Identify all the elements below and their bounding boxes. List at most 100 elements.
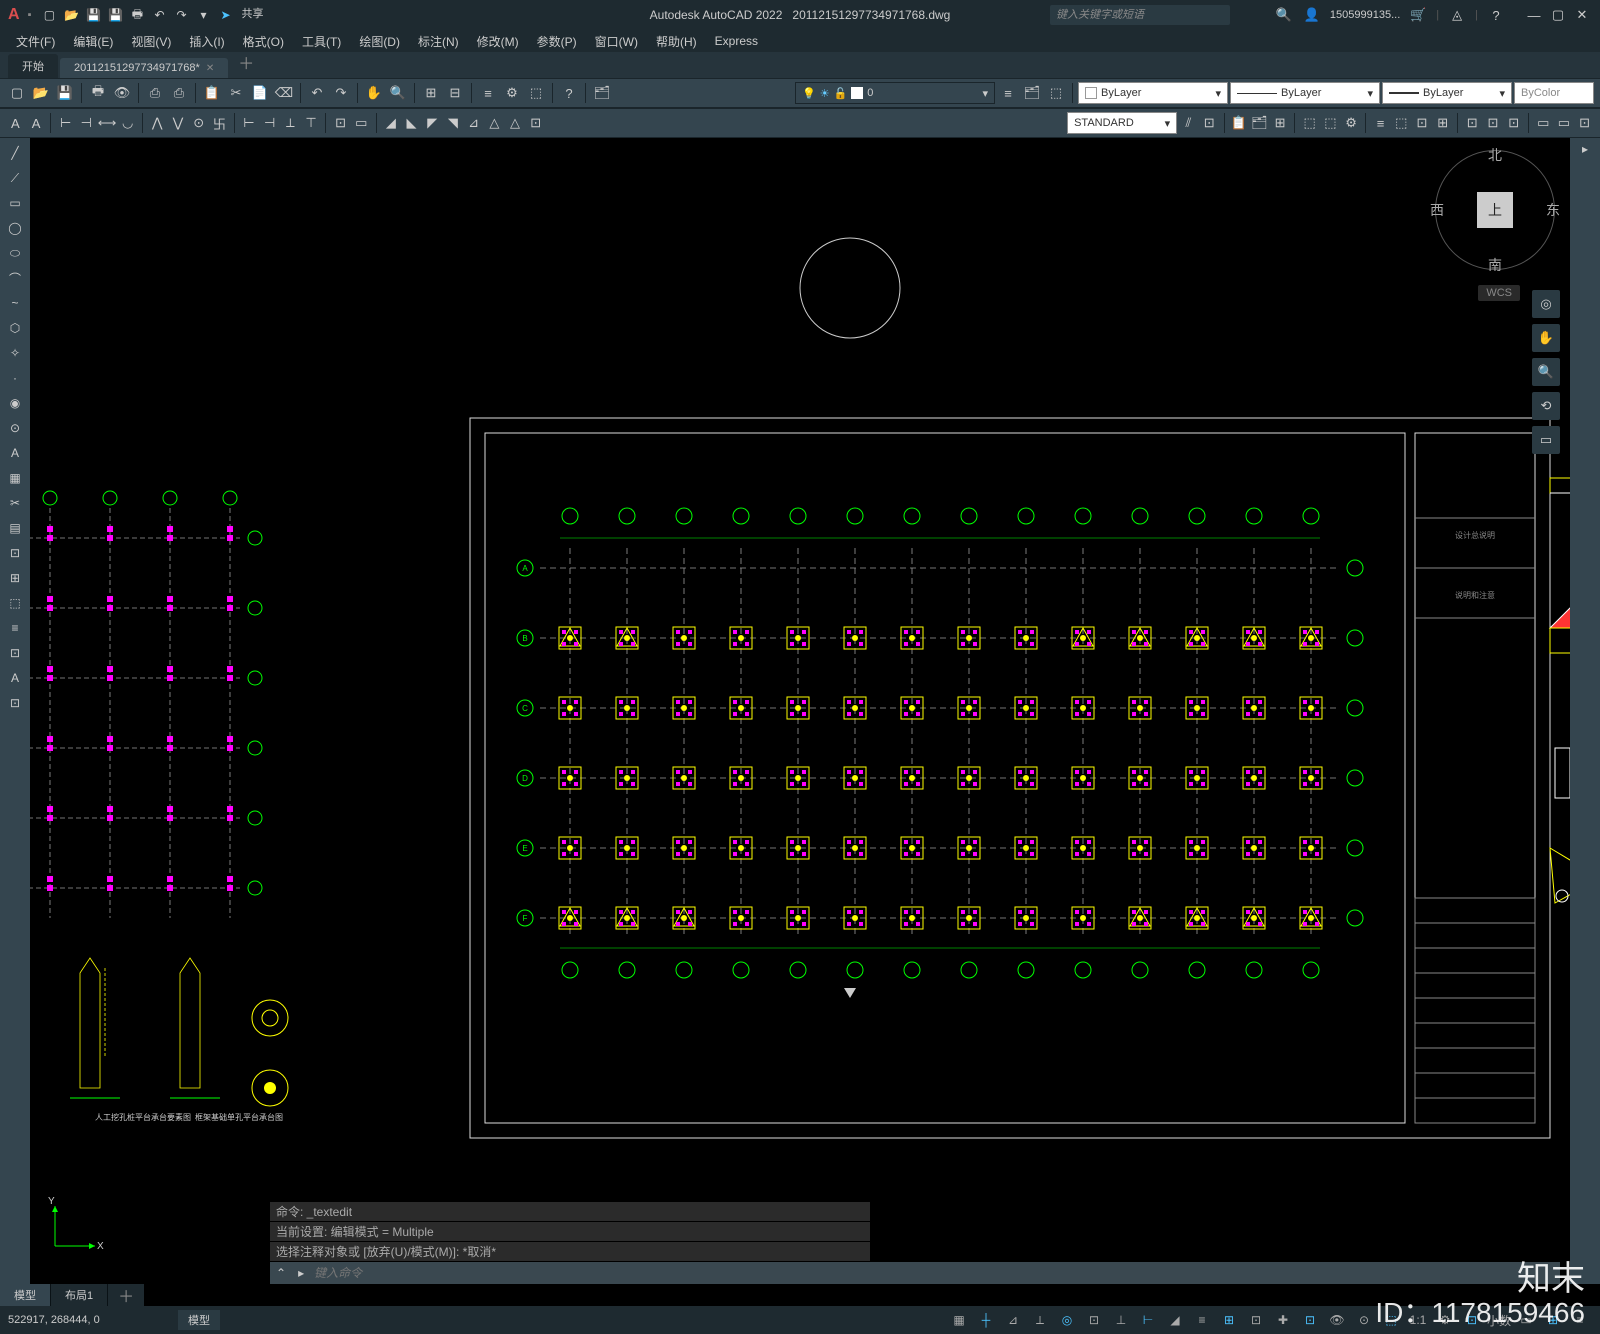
ribbon-button[interactable]: ▭ — [352, 112, 371, 134]
ribbon-button[interactable]: ✋ — [363, 82, 385, 104]
ribbon-button[interactable]: ⊡ — [526, 112, 545, 134]
view-cube[interactable]: 上 北 南 东 西 — [1430, 145, 1560, 275]
ribbon-button[interactable]: ⎙ — [168, 82, 190, 104]
help-search[interactable]: 键入关键字或短语 — [1050, 5, 1230, 25]
ribbon-button[interactable]: ⊡ — [1575, 112, 1594, 134]
textstyle-dropdown[interactable]: STANDARD ▾ — [1067, 112, 1177, 134]
status-toggle[interactable]: ◢ — [1163, 1309, 1187, 1331]
ribbon-button[interactable]: ⊟ — [444, 82, 466, 104]
status-toggle[interactable]: ⊡ — [1460, 1309, 1484, 1331]
status-toggle[interactable]: ≡ — [1190, 1309, 1214, 1331]
showmotion-icon[interactable]: ▭ — [1532, 426, 1560, 454]
ribbon-button[interactable]: ▭ — [1555, 112, 1574, 134]
status-toggle[interactable]: 小数 — [1487, 1309, 1511, 1331]
ribbon-button[interactable]: 📂 — [30, 82, 52, 104]
ribbon-button[interactable]: ⊤ — [302, 112, 321, 134]
menu-item[interactable]: 参数(P) — [529, 31, 585, 52]
ribbon-button[interactable]: ⊞ — [420, 82, 442, 104]
status-toggle[interactable]: ≡ — [1568, 1309, 1592, 1331]
ribbon-button[interactable]: ◢ — [381, 112, 400, 134]
palette-toggle-icon[interactable]: ▸ — [1582, 142, 1588, 156]
status-toggle[interactable]: ▭ — [1514, 1309, 1538, 1331]
ribbon-button[interactable]: ⬚ — [1321, 112, 1340, 134]
menu-item[interactable]: 帮助(H) — [648, 31, 705, 52]
layer-tool-icon[interactable]: ≡ — [997, 82, 1019, 104]
ribbon-button[interactable]: ⊿ — [464, 112, 483, 134]
ribbon-button[interactable]: ⋀ — [148, 112, 167, 134]
ribbon-button[interactable]: ✂ — [225, 82, 247, 104]
cart-icon[interactable]: 🛒 — [1408, 5, 1428, 25]
tool-button[interactable]: ▦ — [3, 467, 27, 489]
tool-button[interactable]: A — [3, 442, 27, 464]
bylayer-color-dropdown[interactable]: ByLayer ▾ — [1078, 82, 1228, 104]
status-toggle[interactable]: ◎ — [1055, 1309, 1079, 1331]
tool-button[interactable]: ≡ — [3, 617, 27, 639]
ribbon-button[interactable]: ↶ — [306, 82, 328, 104]
a360-icon[interactable]: ◬ — [1447, 5, 1467, 25]
ribbon-button[interactable]: 🔍 — [387, 82, 409, 104]
menu-item[interactable]: 绘图(D) — [351, 31, 408, 52]
zoom-extents-icon[interactable]: 🔍 — [1532, 358, 1560, 386]
new-icon[interactable]: ▢ — [39, 5, 59, 25]
help-icon[interactable]: ? — [1486, 5, 1506, 25]
compass-west[interactable]: 西 — [1430, 200, 1444, 220]
wcs-label[interactable]: WCS — [1478, 285, 1520, 301]
ribbon-button[interactable]: 📄 — [249, 82, 271, 104]
status-toggle[interactable]: ⚙ — [1433, 1309, 1457, 1331]
tool-button[interactable]: ◯ — [3, 217, 27, 239]
status-toggle[interactable]: ⊢ — [1136, 1309, 1160, 1331]
layer-match-icon[interactable]: ⬚ — [1045, 82, 1067, 104]
tool-button[interactable]: ⬡ — [3, 317, 27, 339]
compass-south[interactable]: 南 — [1488, 255, 1502, 275]
save-icon[interactable]: 💾 — [83, 5, 103, 25]
menu-item[interactable]: 插入(I) — [181, 31, 232, 52]
space-label[interactable]: 模型 — [178, 1310, 220, 1330]
tool-button[interactable]: ◉ — [3, 392, 27, 414]
tool-button[interactable]: A — [3, 667, 27, 689]
ribbon-button[interactable]: ⊣ — [77, 112, 96, 134]
tab-model[interactable]: 模型 — [0, 1284, 51, 1306]
tab-close-icon[interactable]: ✕ — [206, 63, 214, 74]
ribbon-button[interactable]: 卐 — [210, 112, 229, 134]
tab-active-document[interactable]: 20112151297734971768*✕ — [60, 58, 228, 78]
compass-east[interactable]: 东 — [1546, 200, 1560, 220]
ribbon-button[interactable]: ⬚ — [525, 82, 547, 104]
ribbon-button[interactable]: ⚙ — [1342, 112, 1361, 134]
tool-button[interactable]: ⌒ — [3, 267, 27, 289]
tool-button[interactable]: ⊙ — [3, 417, 27, 439]
tool-button[interactable]: ╱ — [3, 142, 27, 164]
ribbon-button[interactable]: A — [6, 112, 25, 134]
menu-item[interactable]: 视图(V) — [123, 31, 179, 52]
tool-button[interactable]: ⬭ — [3, 242, 27, 264]
bylayer-weight-dropdown[interactable]: ByLayer ▾ — [1382, 82, 1512, 104]
ribbon-button[interactable]: ≡ — [477, 82, 499, 104]
redo-icon[interactable]: ↷ — [171, 5, 191, 25]
status-toggle[interactable]: ⬚ — [1379, 1309, 1403, 1331]
ribbon-button[interactable]: ⊞ — [1271, 112, 1290, 134]
ribbon-button[interactable]: ⊡ — [1413, 112, 1432, 134]
layer-states-icon[interactable]: 🗂 — [1021, 82, 1043, 104]
plot-icon[interactable]: 🖶 — [127, 5, 147, 25]
ribbon-button[interactable]: ⊙ — [189, 112, 208, 134]
tab-layout1[interactable]: 布局1 — [51, 1284, 108, 1306]
command-input[interactable] — [310, 1266, 1560, 1280]
ribbon-button[interactable]: ⊡ — [1504, 112, 1523, 134]
ribbon-button[interactable]: 👁 — [111, 82, 133, 104]
status-toggle[interactable]: ⟂ — [1028, 1309, 1052, 1331]
status-toggle[interactable]: ⊞ — [1217, 1309, 1241, 1331]
pan-icon[interactable]: ✋ — [1532, 324, 1560, 352]
menu-item[interactable]: 工具(T) — [294, 31, 349, 52]
ribbon-button[interactable]: ◣ — [402, 112, 421, 134]
search-icon[interactable]: 🔍 — [1274, 5, 1294, 25]
drawing-canvas[interactable]: 设计总说明 说明和注意 ABCDEF — [30, 138, 1570, 1284]
menu-item[interactable]: 编辑(E) — [65, 31, 121, 52]
status-toggle[interactable]: ▦ — [947, 1309, 971, 1331]
status-toggle[interactable]: ⊡ — [1244, 1309, 1268, 1331]
ribbon-button[interactable]: 📋 — [1229, 112, 1248, 134]
ribbon-button[interactable]: 🖶 — [87, 82, 109, 104]
tool-button[interactable]: ▭ — [3, 192, 27, 214]
tool-button[interactable]: ⊡ — [3, 642, 27, 664]
tool-button[interactable]: ⊞ — [3, 567, 27, 589]
ribbon-button[interactable]: ⊡ — [1200, 112, 1219, 134]
ribbon-button[interactable]: 🗂 — [591, 82, 613, 104]
